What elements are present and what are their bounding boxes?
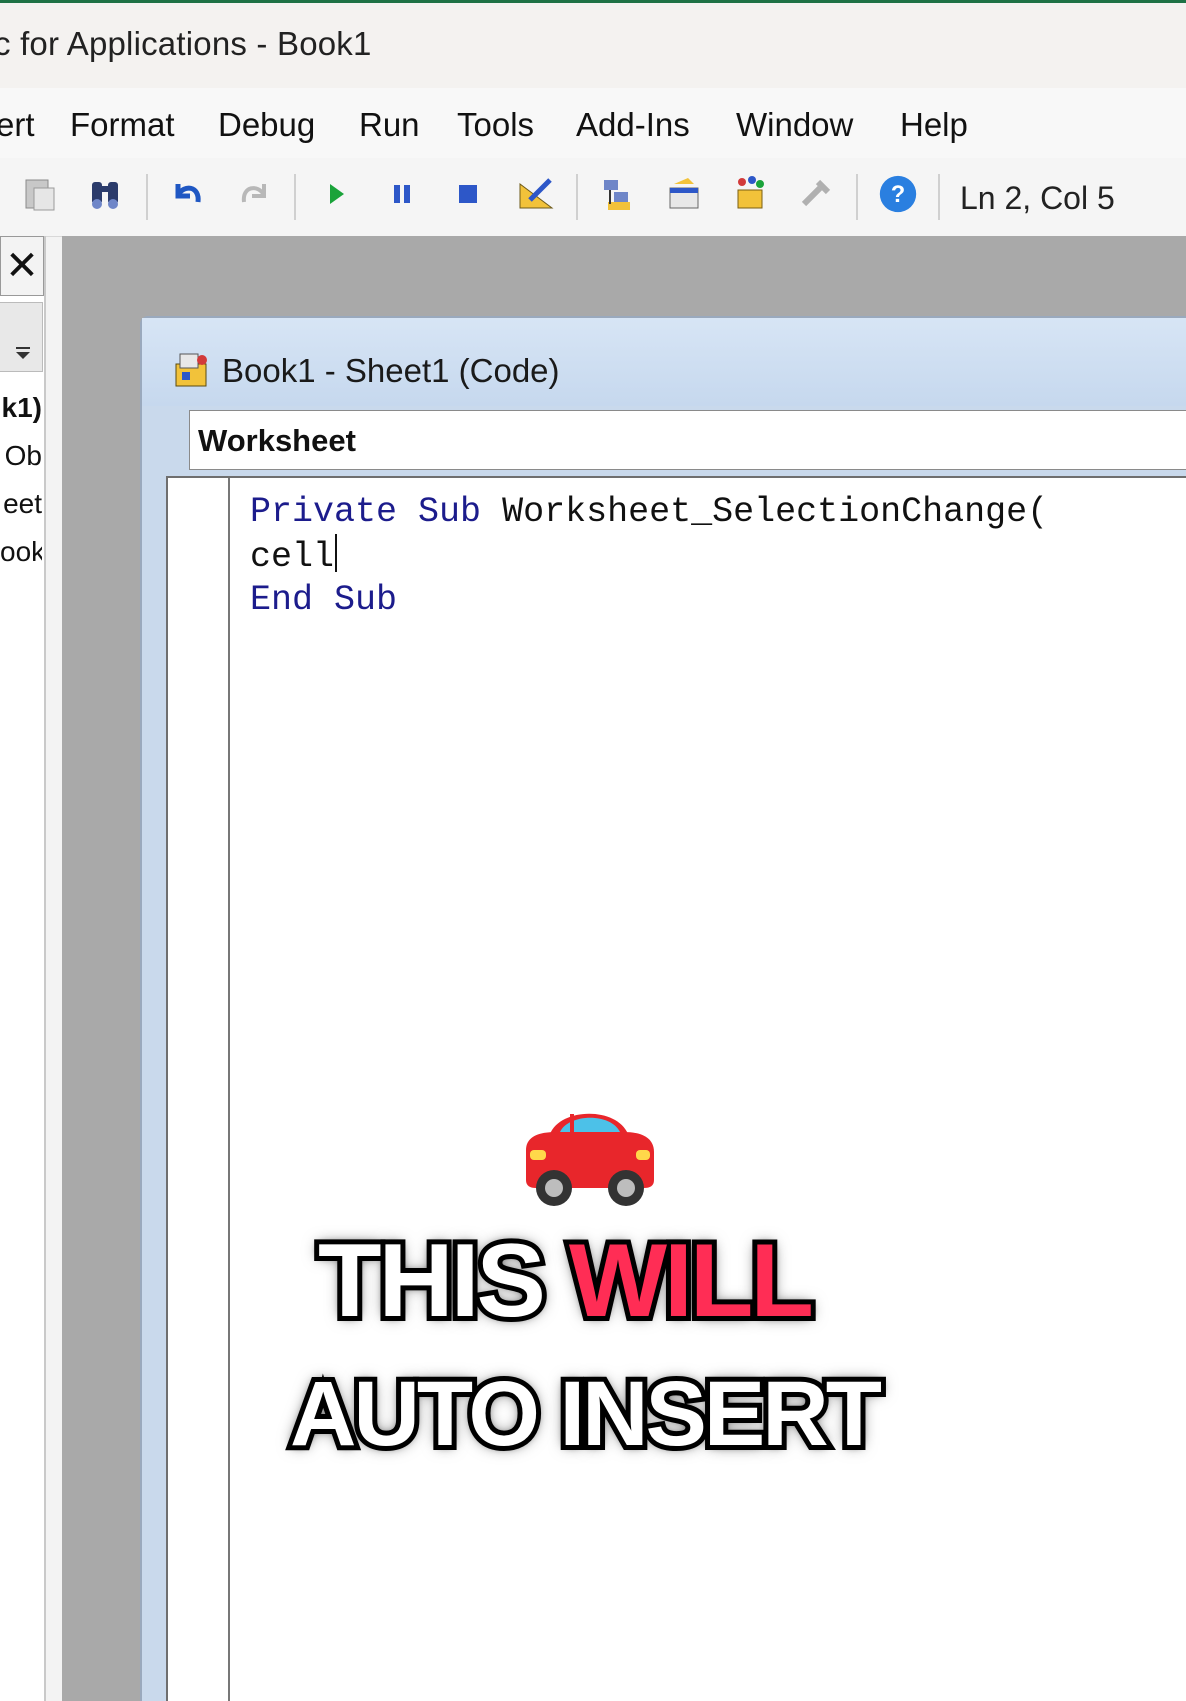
code-window-titlebar[interactable]: Book1 - Sheet1 (Code) bbox=[142, 318, 1186, 406]
tree-item-thisworkbook[interactable]: ook bbox=[0, 536, 42, 568]
menu-insert[interactable]: ert bbox=[0, 106, 35, 144]
properties-icon[interactable] bbox=[664, 174, 704, 214]
menu-debug[interactable]: Debug bbox=[218, 106, 315, 144]
tree-item-vbaproject[interactable]: k1) bbox=[0, 392, 42, 424]
caption-line-1: THIS WILL bbox=[313, 1218, 819, 1344]
undo-icon[interactable] bbox=[168, 174, 208, 214]
cursor-position-status: Ln 2, Col 5 bbox=[960, 180, 1115, 216]
menu-run[interactable]: Run bbox=[359, 106, 420, 144]
menu-format[interactable]: Format bbox=[70, 106, 175, 144]
vba-editor-screen: c for Applications - Book1 ert Format De… bbox=[0, 0, 1186, 1701]
code-line-1[interactable]: Private Sub Worksheet_SelectionChange( bbox=[250, 490, 1048, 534]
keyword-sub: Sub bbox=[418, 492, 482, 532]
panel-dropdown[interactable] bbox=[0, 302, 43, 372]
toolbox-icon[interactable] bbox=[796, 174, 836, 214]
design-mode-icon[interactable] bbox=[516, 174, 556, 214]
text-caret bbox=[335, 534, 338, 572]
paste-icon[interactable] bbox=[20, 174, 60, 214]
procedure-name: Worksheet_SelectionChange( bbox=[502, 492, 1049, 532]
break-icon[interactable] bbox=[382, 174, 422, 214]
object-combobox[interactable]: Worksheet bbox=[189, 410, 1186, 470]
reset-icon[interactable] bbox=[448, 174, 488, 214]
margin-indicator-bar[interactable] bbox=[168, 478, 230, 1701]
tree-item-objects[interactable]: Ob bbox=[0, 440, 42, 472]
dropdown-arrow-icon bbox=[16, 347, 30, 359]
code-line-2[interactable]: cell bbox=[250, 534, 1048, 578]
caption-word-this: THIS bbox=[313, 1218, 551, 1344]
menu-tools[interactable]: Tools bbox=[457, 106, 534, 144]
object-browser-icon[interactable] bbox=[730, 174, 770, 214]
close-panel-button[interactable]: ✕ bbox=[0, 236, 44, 296]
code-editor[interactable]: Private Sub Worksheet_SelectionChange( c… bbox=[166, 476, 1186, 1701]
toolbar-separator bbox=[576, 174, 578, 220]
caption-line-2: AUTO INSERT bbox=[285, 1358, 887, 1470]
typed-text: cell bbox=[250, 537, 335, 577]
toolbar-separator bbox=[938, 174, 940, 220]
close-icon: ✕ bbox=[5, 244, 39, 288]
keyword-private: Private bbox=[250, 492, 398, 532]
menu-help[interactable]: Help bbox=[900, 106, 968, 144]
redo-icon[interactable] bbox=[234, 174, 274, 214]
code-lines: Private Sub Worksheet_SelectionChange( c… bbox=[250, 490, 1048, 622]
menu-add-ins[interactable]: Add-Ins bbox=[576, 106, 690, 144]
object-combobox-value: Worksheet bbox=[198, 423, 356, 458]
project-explorer-panel: ✕ k1) Ob eet ook bbox=[0, 236, 46, 1701]
toolbar-separator bbox=[146, 174, 148, 220]
toolbar-separator bbox=[856, 174, 858, 220]
title-bar: c for Applications - Book1 bbox=[0, 3, 1186, 88]
run-icon[interactable] bbox=[316, 174, 356, 214]
menu-window[interactable]: Window bbox=[736, 106, 853, 144]
keyword-sub-end: Sub bbox=[334, 580, 398, 620]
window-title: c for Applications - Book1 bbox=[0, 25, 372, 62]
help-icon[interactable]: ? bbox=[878, 174, 918, 214]
module-icon bbox=[175, 353, 207, 387]
code-window: Book1 - Sheet1 (Code) Worksheet Private … bbox=[140, 316, 1186, 1701]
code-line-3[interactable]: End Sub bbox=[250, 578, 1048, 622]
menu-bar: ert Format Debug Run Tools Add-Ins Windo… bbox=[0, 88, 1186, 158]
project-explorer-icon[interactable] bbox=[598, 174, 638, 214]
toolbar-separator bbox=[294, 174, 296, 220]
find-icon[interactable] bbox=[86, 174, 126, 214]
code-window-title: Book1 - Sheet1 (Code) bbox=[222, 352, 560, 389]
car-emoji-icon bbox=[526, 1113, 654, 1206]
keyword-end: End bbox=[250, 580, 314, 620]
tree-item-sheet1[interactable]: eet bbox=[0, 488, 42, 520]
svg-text:?: ? bbox=[891, 182, 905, 208]
caption-word-will: WILL bbox=[564, 1218, 819, 1344]
